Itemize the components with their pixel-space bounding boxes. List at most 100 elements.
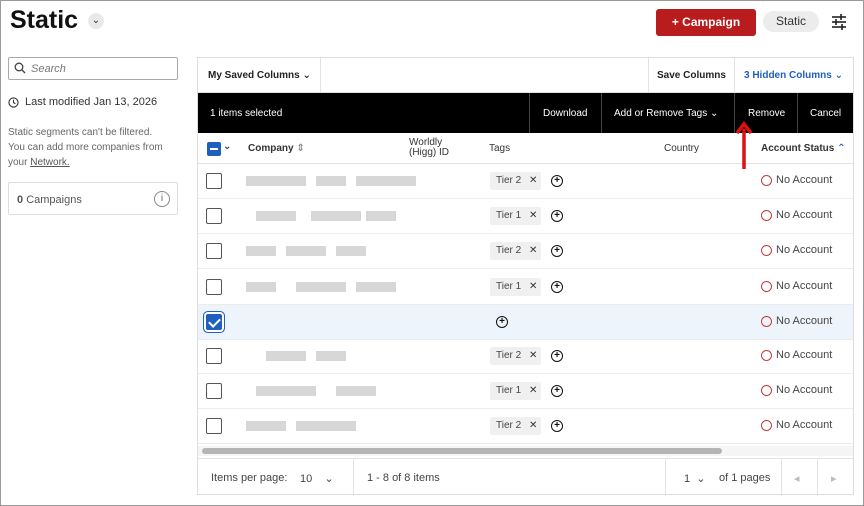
title-chevron-down-icon[interactable]: ⌄ (88, 13, 104, 29)
table-row[interactable]: Tier 1 ✕ + No Account (198, 270, 853, 305)
search-input[interactable]: Search (8, 57, 178, 80)
column-account-status[interactable]: Account Status ⌃ (761, 143, 846, 154)
redacted-company-name (296, 282, 346, 292)
column-tags: Tags (489, 143, 511, 154)
tag-label: Tier 1 (496, 210, 522, 221)
table-row[interactable]: + No Account (198, 305, 853, 340)
tag-remove-icon[interactable]: ✕ (529, 382, 537, 400)
tag-remove-icon[interactable]: ✕ (529, 207, 537, 225)
chevron-down-icon[interactable]: ⌄ (223, 141, 231, 152)
tag-remove-icon[interactable]: ✕ (529, 278, 537, 296)
account-status: No Account (761, 349, 832, 361)
add-tag-icon[interactable]: + (496, 316, 508, 328)
note-line-2: You can add more companies from (8, 142, 163, 153)
column-company[interactable]: Company ⇕ (248, 143, 305, 154)
add-tag-icon[interactable]: + (551, 281, 563, 293)
add-remove-tags-button[interactable]: Add or Remove Tags ⌄ (614, 108, 718, 119)
horizontal-scrollbar[interactable] (198, 446, 853, 456)
account-status-text: No Account (776, 384, 833, 396)
select-all-checkbox[interactable] (207, 142, 221, 156)
table-row[interactable]: Tier 1 ✕ + No Account (198, 199, 853, 234)
account-status: No Account (761, 315, 832, 327)
row-checkbox[interactable] (206, 348, 222, 364)
account-status-text: No Account (776, 174, 833, 186)
info-icon[interactable]: i (154, 191, 170, 207)
add-tag-icon[interactable]: + (551, 175, 563, 187)
status-circle-icon (761, 209, 772, 221)
row-checkbox[interactable] (206, 279, 222, 295)
divider (781, 459, 782, 496)
tag-chip: Tier 2 ✕ (490, 417, 541, 435)
divider (601, 93, 602, 133)
redacted-company-name (266, 351, 306, 361)
status-circle-icon (761, 349, 772, 361)
pagination: Items per page: 10 ⌄ 1 - 8 of 8 items 1 … (198, 458, 853, 496)
account-status: No Account (761, 174, 832, 186)
account-status-header-label: Account Status (761, 143, 835, 154)
table-row[interactable]: Tier 2 ✕ + No Account (198, 234, 853, 269)
add-campaign-button[interactable]: + Campaign (656, 9, 756, 36)
tag-remove-icon[interactable]: ✕ (529, 347, 537, 365)
prev-page-icon[interactable]: ◂ (794, 472, 800, 485)
row-checkbox[interactable] (206, 314, 222, 330)
status-circle-icon (761, 384, 772, 396)
status-circle-icon (761, 244, 772, 256)
row-checkbox[interactable] (206, 208, 222, 224)
scrollbar-thumb[interactable] (202, 448, 722, 454)
hidden-columns-dropdown[interactable]: 3 Hidden Columns ⌄ (744, 70, 843, 81)
add-tag-icon[interactable]: + (551, 245, 563, 257)
tag-chip: Tier 2 ✕ (490, 347, 541, 365)
page-select[interactable]: 1 ⌄ (684, 472, 705, 485)
campaigns-count: 0 (17, 194, 24, 206)
remove-button[interactable]: Remove (748, 108, 785, 119)
redacted-company-name (256, 211, 296, 221)
selected-count: 1 items selected (210, 108, 283, 119)
save-columns-button[interactable]: Save Columns (657, 70, 726, 81)
redacted-company-name (336, 386, 376, 396)
search-placeholder: Search (31, 63, 66, 75)
add-remove-tags-label: Add or Remove Tags (614, 108, 708, 119)
table-row[interactable]: Tier 2 ✕ + No Account (198, 409, 853, 444)
tag-label: Tier 2 (496, 350, 522, 361)
search-icon (14, 62, 26, 74)
add-tag-icon[interactable]: + (551, 420, 563, 432)
download-button[interactable]: Download (543, 108, 587, 119)
network-link[interactable]: Network. (30, 157, 69, 168)
companies-table-card: My Saved Columns ⌄ Save Columns 3 Hidden… (197, 57, 854, 496)
saved-columns-dropdown[interactable]: My Saved Columns ⌄ (208, 70, 311, 81)
filter-sliders-icon[interactable] (829, 12, 849, 32)
tag-chip: Tier 2 ✕ (490, 172, 541, 190)
last-modified: Last modified Jan 13, 2026 (8, 96, 157, 108)
saved-columns-label: My Saved Columns (208, 70, 300, 81)
row-checkbox[interactable] (206, 418, 222, 434)
add-tag-icon[interactable]: + (551, 210, 563, 222)
status-circle-icon (761, 419, 772, 431)
divider (734, 58, 735, 93)
account-status-text: No Account (776, 419, 833, 431)
tag-remove-icon[interactable]: ✕ (529, 242, 537, 260)
redacted-company-name (316, 351, 346, 361)
tag-label: Tier 1 (496, 281, 522, 292)
next-page-icon[interactable]: ▸ (831, 472, 837, 485)
row-checkbox[interactable] (206, 243, 222, 259)
chevron-down-icon: ⌄ (709, 108, 719, 119)
items-per-page-select[interactable]: 10 ⌄ (300, 472, 334, 485)
redacted-company-name (256, 386, 316, 396)
table-row[interactable]: Tier 2 ✕ + No Account (198, 164, 853, 199)
cancel-button[interactable]: Cancel (810, 108, 841, 119)
table-row[interactable]: Tier 2 ✕ + No Account (198, 339, 853, 374)
redacted-company-name (336, 246, 366, 256)
account-status-text: No Account (776, 244, 833, 256)
worldly-header-line-2: (Higg) ID (409, 147, 450, 158)
tag-remove-icon[interactable]: ✕ (529, 172, 537, 190)
table-row[interactable]: Tier 1 ✕ + No Account (198, 374, 853, 409)
add-tag-icon[interactable]: + (551, 385, 563, 397)
add-tag-icon[interactable]: + (551, 350, 563, 362)
account-status-text: No Account (776, 209, 833, 221)
row-checkbox[interactable] (206, 173, 222, 189)
note-line-3-prefix: your (8, 157, 28, 168)
tag-remove-icon[interactable]: ✕ (529, 417, 537, 435)
redacted-company-name (311, 211, 361, 221)
row-checkbox[interactable] (206, 383, 222, 399)
account-status: No Account (761, 384, 832, 396)
